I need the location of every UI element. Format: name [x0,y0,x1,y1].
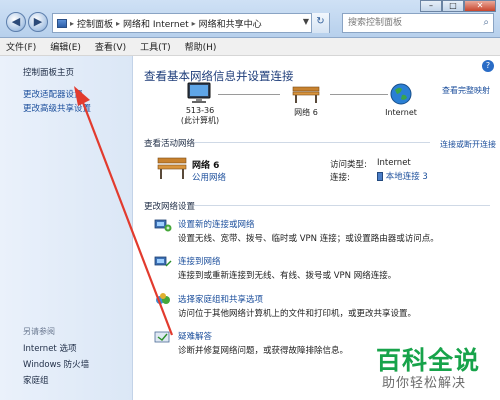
breadcrumb-separator[interactable]: ▸ [192,19,196,28]
active-network-name: 网络 6 [192,161,220,171]
homegroup-sharing-link[interactable]: 选择家庭组和共享选项 [178,293,263,305]
section-divider [194,205,490,206]
breadcrumb-separator: ▸ [70,18,75,28]
see-also-heading: 另请参阅 [23,327,55,336]
troubleshoot-link[interactable]: 疑难解答 [178,330,212,342]
address-bar[interactable]: ▸ 控制面板 ▸ 网络和 Internet ▸ 网络和共享中心 ▼ ↻ [52,13,330,33]
access-type-value: Internet [377,158,411,168]
search-placeholder: 搜索控制面板 [348,18,403,28]
connect-to-network-desc: 连接到或重新连接到无线、有线、拨号或 VPN 网络连接。 [178,271,397,281]
network-type-link[interactable]: 公用网络 [192,171,226,183]
window-controls: – □ ✕ [420,0,496,12]
menu-edit[interactable]: 编辑(E) [50,40,81,53]
address-dropdown-icon[interactable]: ▼ [303,17,309,26]
menu-help[interactable]: 帮助(H) [185,40,217,53]
menu-view[interactable]: 查看(V) [95,40,126,53]
internet-options-link[interactable]: Internet 选项 [23,342,76,354]
connect-network-icon [154,256,172,267]
troubleshoot-icon [154,331,170,343]
map-internet-node: Internet [366,82,436,117]
network-adapter-icon [377,172,383,181]
internet-globe-icon [390,83,412,105]
change-advanced-sharing-link[interactable]: 更改高级共享设置 [23,102,91,114]
map-connector [218,94,280,95]
active-networks-heading: 查看活动网络 [144,139,196,149]
control-panel-home-link[interactable]: 控制面板主页 [23,66,74,78]
map-network-name: 网络 6 [294,108,318,117]
setup-new-connection-desc: 设置无线、宽带、拨号、临时或 VPN 连接；或设置路由器或访问点。 [178,234,439,244]
troubleshoot-desc: 诊断并修复网络问题，或获得故障排除信息。 [178,346,349,356]
connections-label: 连接: [330,173,350,183]
map-internet-label: Internet [385,108,417,117]
menu-tools[interactable]: 工具(T) [140,40,171,53]
connection-link-wrap: 本地连接 3 [377,170,428,182]
computer-caption: (此计算机) [180,116,220,125]
connect-to-network-link[interactable]: 连接到网络 [178,255,221,267]
breadcrumb-sharing-center[interactable]: 网络和共享中心 [199,17,262,30]
new-connection-icon [154,219,172,232]
map-computer-node: 513-36 (此计算机) [170,82,230,126]
breadcrumb-control-panel[interactable]: 控制面板 [77,17,113,30]
left-nav-pane: 控制面板主页 更改适配器设置 更改高级共享设置 另请参阅 Internet 选项… [0,56,133,400]
refresh-button[interactable]: ↻ [311,13,329,33]
menu-file[interactable]: 文件(F) [6,40,36,53]
homegroup-icon [156,293,170,304]
access-type-label: 访问类型: [330,160,367,170]
close-button[interactable]: ✕ [464,0,496,12]
watermark-slogan: 助你轻松解决 [382,376,467,391]
bench-network-icon [157,157,187,179]
network-sharing-center-window: ◀ ▶ ▸ 控制面板 ▸ 网络和 Internet ▸ 网络和共享中心 ▼ ↻ … [0,0,500,400]
homegroup-sharing-desc: 访问位于其他网络计算机上的文件和打印机，或更改共享设置。 [178,309,417,319]
computer-icon [187,82,211,103]
minimize-button[interactable]: – [420,0,442,12]
forward-button[interactable]: ▶ [28,12,48,32]
local-connection-link[interactable]: 本地连接 3 [386,172,428,182]
windows-firewall-link[interactable]: Windows 防火墙 [23,358,89,370]
maximize-button[interactable]: □ [442,0,464,12]
view-full-map-link[interactable]: 查看完整映射 [442,85,490,96]
section-divider [194,142,430,143]
setup-new-connection-link[interactable]: 设置新的连接或网络 [178,218,255,230]
map-network-node: 网络 6 [276,82,336,118]
help-icon[interactable]: ? [482,60,494,72]
breadcrumb-separator[interactable]: ▸ [116,19,120,28]
homegroup-link[interactable]: 家庭组 [23,374,49,386]
computer-name: 513-36 [185,106,215,115]
control-panel-icon [57,18,67,28]
search-icon[interactable]: ⌕ [483,14,489,32]
search-input[interactable]: 搜索控制面板 ⌕ [342,13,494,33]
title-bar: ◀ ▶ ▸ 控制面板 ▸ 网络和 Internet ▸ 网络和共享中心 ▼ ↻ … [0,0,500,38]
connect-disconnect-link[interactable]: 连接或断开连接 [440,139,496,150]
breadcrumb-network-internet[interactable]: 网络和 Internet [123,17,189,30]
menu-bar: 文件(F) 编辑(E) 查看(V) 工具(T) 帮助(H) [0,38,500,56]
back-button[interactable]: ◀ [6,12,26,32]
change-adapter-settings-link[interactable]: 更改适配器设置 [23,88,83,100]
bench-network-icon [292,86,320,103]
change-settings-heading: 更改网络设置 [144,202,196,212]
